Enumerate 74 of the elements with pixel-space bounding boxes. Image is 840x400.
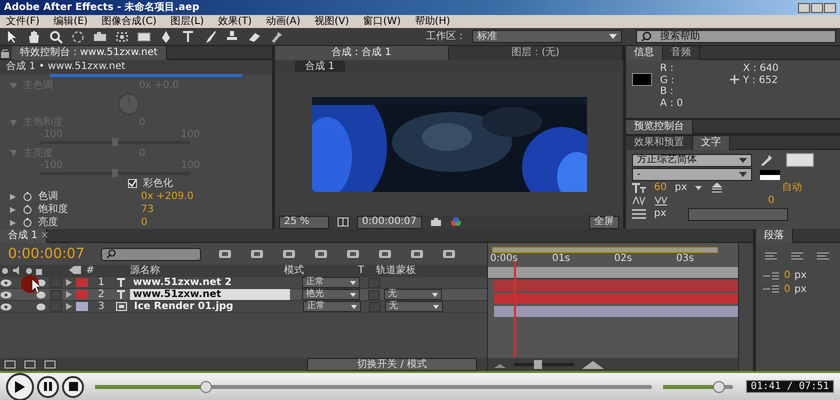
mode-dropdown[interactable]: 正常 [302, 277, 360, 288]
menu-item[interactable]: 窗口(W) [363, 16, 401, 28]
layer-name[interactable]: www.51zxw.net [130, 288, 290, 300]
toggle-switches-button[interactable]: 切换开关 / 模式 [307, 358, 478, 371]
layer-name[interactable]: www.51zxw.net 2 [130, 276, 290, 288]
tracking-value[interactable]: 0 [768, 195, 774, 207]
panel-tab[interactable]: 段落 [756, 229, 793, 242]
unit-label: px [794, 270, 807, 282]
property-label: 饱和度 [38, 204, 69, 216]
workspace-label: 工作区： [426, 30, 466, 42]
current-time-field[interactable]: 0:00:00:07 [357, 216, 422, 228]
workspace-dropdown[interactable]: 标准 [472, 30, 622, 43]
property-label: 亮度 [38, 216, 59, 228]
panel-tab[interactable]: 信息 [626, 46, 663, 60]
panel-tab[interactable]: 特效控制台：www.51zxw.net [12, 46, 167, 60]
unit-label: px [794, 284, 807, 295]
comp-tab[interactable]: 合成 1 [295, 61, 345, 72]
menu-item[interactable]: 帮助(H) [414, 16, 450, 28]
menu-item[interactable]: 图像合成(C) [102, 16, 156, 28]
breadcrumb: 合成 1 • www.51zxw.net [0, 60, 272, 74]
track-matte-dropdown[interactable]: 无 [384, 289, 442, 300]
property-value[interactable]: 73 [141, 204, 154, 216]
layer-number: 1 [98, 276, 106, 288]
fullscreen-button[interactable]: 全屏 [589, 216, 619, 228]
indent-value[interactable]: 0 [784, 284, 790, 295]
channel-value: A : 0 [660, 98, 684, 109]
layer-number: 3 [98, 300, 106, 312]
column-header: 模式 [284, 264, 305, 276]
indent-value[interactable]: 0 [784, 270, 790, 282]
playback-time: 01:41 / 07:51 [746, 380, 834, 394]
unit-label: px [674, 182, 687, 194]
panel-tab[interactable]: 合成：合成 1 [275, 46, 449, 60]
ruler-label: 03s [676, 253, 695, 266]
panel-tab[interactable]: 预览控制台 [626, 120, 693, 134]
column-header: 轨道蒙板 [376, 264, 417, 276]
column-header: T [358, 264, 366, 276]
coordinate-value: Y : 652 [743, 74, 779, 86]
layer-number: 2 [98, 288, 106, 300]
track-matte-dropdown[interactable]: 无 [385, 301, 443, 312]
menu-item[interactable]: 图层(L) [170, 16, 204, 28]
property-value[interactable]: 0x +209.0 [141, 191, 194, 203]
menu-item[interactable]: 视图(V) [314, 16, 350, 28]
ruler-label: 01s [552, 253, 571, 266]
leading-value[interactable]: 自动 [782, 182, 802, 194]
property-label: 色调 [38, 191, 59, 203]
font-size-value[interactable]: 60 [654, 182, 667, 194]
zoom-dropdown[interactable]: 25 % [279, 216, 329, 228]
property-value[interactable]: 0 [141, 216, 148, 228]
coordinate-value: X : 640 [743, 63, 779, 74]
menu-item[interactable]: 编辑(E) [54, 16, 88, 28]
channel-value: R : [660, 63, 674, 74]
search-field[interactable]: 搜索帮助 [636, 30, 836, 43]
ruler-label: 0:00s [490, 253, 519, 266]
panel-tab[interactable]: 效果和预置 [626, 136, 693, 150]
unit-label: px [654, 208, 666, 220]
menu-item[interactable]: 动画(A) [266, 16, 300, 28]
ruler-label: 02s [614, 253, 633, 266]
timecode[interactable]: 0:00:00:07 [8, 246, 85, 262]
mode-dropdown[interactable]: 正常 [303, 301, 361, 312]
panel-tab[interactable]: 图层：(无) [449, 46, 623, 60]
checkbox-label: 彩色化 [143, 178, 173, 190]
channel-value: G : [660, 74, 676, 86]
channel-value: B : [660, 86, 674, 98]
panel-tab[interactable]: 音频 [663, 46, 700, 60]
menu-item[interactable]: 文件(F) [6, 16, 40, 28]
window-title: Adobe After Effects - 未命名项目.aep [4, 2, 200, 14]
mode-dropdown[interactable]: 艳光 [302, 289, 360, 300]
layer-name[interactable]: Ice Render 01.jpg [131, 300, 291, 312]
menu-item[interactable]: 效果(T) [218, 16, 252, 28]
font-dropdown[interactable]: 方正综艺简体 [632, 154, 752, 166]
column-header: # [86, 264, 96, 276]
column-header: 源名称 [129, 264, 161, 276]
panel-tab[interactable]: 文字 [693, 136, 730, 150]
font-style-dropdown[interactable]: - [632, 168, 752, 181]
